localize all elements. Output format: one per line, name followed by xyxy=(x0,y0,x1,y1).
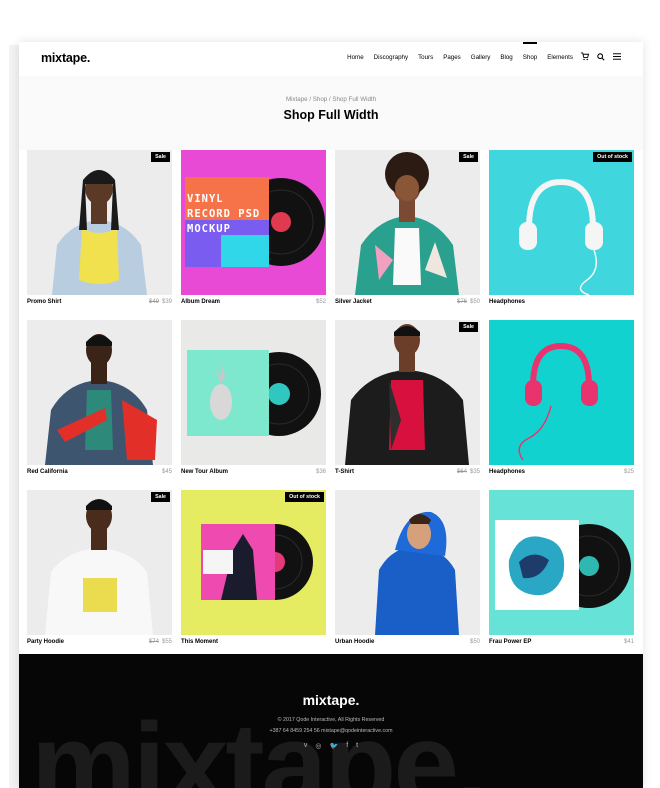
menu-icon[interactable] xyxy=(613,53,621,63)
sale-badge: Sale xyxy=(459,322,478,332)
product-image[interactable]: Out of stock xyxy=(489,150,634,295)
nav-tours[interactable]: Tours xyxy=(418,54,433,61)
nav-home[interactable]: Home xyxy=(347,54,364,61)
product-card[interactable]: Red California $45 xyxy=(27,320,172,480)
nav-gallery[interactable]: Gallery xyxy=(471,54,491,61)
search-icon[interactable] xyxy=(597,52,605,64)
nav-blog[interactable]: Blog xyxy=(500,54,512,61)
site-header: mixtape. Home Discography Tours Pages Ga… xyxy=(19,42,643,76)
product-card[interactable]: Sale Party Hoodie $74 $55 xyxy=(27,490,172,650)
product-card[interactable]: Sale T-Shirt $64 $35 xyxy=(335,320,480,480)
product-card[interactable]: Sale Promo Shirt $49 $39 xyxy=(27,150,172,310)
product-image[interactable]: Sale xyxy=(335,150,480,295)
product-image[interactable] xyxy=(489,490,634,635)
product-name[interactable]: Silver Jacket xyxy=(335,299,372,305)
site-footer: mixtape. mixtape. © 2017 Qode Interactiv… xyxy=(19,654,643,788)
product-price: $64 $35 xyxy=(456,469,480,475)
out-of-stock-badge: Out of stock xyxy=(285,492,324,502)
product-price: $41 xyxy=(623,639,634,645)
nav-pages[interactable]: Pages xyxy=(443,54,461,61)
product-name[interactable]: Promo Shirt xyxy=(27,299,61,305)
cart-icon[interactable] xyxy=(580,52,590,64)
album-art-text: VINYL RECORD PSD MOCKUP xyxy=(187,193,261,235)
product-price: $76 $50 xyxy=(456,299,480,305)
product-price: $52 xyxy=(315,299,326,305)
product-name[interactable]: Headphones xyxy=(489,469,525,475)
sale-badge: Sale xyxy=(151,492,170,502)
site-logo[interactable]: mixtape. xyxy=(41,51,90,65)
product-price: $25 xyxy=(623,469,634,475)
nav-shop[interactable]: Shop xyxy=(522,42,538,61)
tumblr-icon[interactable]: t xyxy=(356,742,358,750)
main-nav: Home Discography Tours Pages Gallery Blo… xyxy=(347,42,573,61)
product-name[interactable]: Album Dream xyxy=(181,299,220,305)
product-image[interactable]: Sale xyxy=(27,150,172,295)
product-card[interactable]: Headphones $25 xyxy=(489,320,634,480)
facebook-icon[interactable]: f xyxy=(346,742,348,750)
product-image[interactable]: VINYL RECORD PSD MOCKUP xyxy=(181,150,326,295)
product-price: $36 xyxy=(315,469,326,475)
nav-discography[interactable]: Discography xyxy=(374,54,408,61)
product-image[interactable] xyxy=(335,490,480,635)
product-name[interactable]: Frau Power EP xyxy=(489,639,531,645)
header-icons xyxy=(580,52,621,64)
footer-contact[interactable]: +387 64 8459 254 56 mixtape@qodeinteract… xyxy=(19,728,643,734)
product-image[interactable] xyxy=(27,320,172,465)
product-image[interactable] xyxy=(489,320,634,465)
left-edge-strip xyxy=(9,45,19,788)
page-title: Shop Full Width xyxy=(283,108,379,122)
product-card[interactable]: Sale Silver Jacket $76 $50 xyxy=(335,150,480,310)
product-price: $45 xyxy=(161,469,172,475)
page-title-area: Mixtape / Shop / Shop Full Width Shop Fu… xyxy=(19,76,643,150)
product-name[interactable]: T-Shirt xyxy=(335,469,354,475)
product-image[interactable]: Sale xyxy=(27,490,172,635)
product-price: $49 $39 xyxy=(148,299,172,305)
product-card[interactable]: Out of stock This Moment xyxy=(181,490,326,650)
nav-elements[interactable]: Elements xyxy=(547,54,573,61)
product-name[interactable]: Urban Hoodie xyxy=(335,639,374,645)
product-card[interactable]: VINYL RECORD PSD MOCKUP Album Dream $52 xyxy=(181,150,326,310)
product-name[interactable]: Red California xyxy=(27,469,68,475)
footer-copyright: © 2017 Qode Interactive, All Rights Rese… xyxy=(277,717,385,723)
product-image[interactable]: Sale xyxy=(335,320,480,465)
product-card[interactable]: Urban Hoodie $50 xyxy=(335,490,480,650)
twitter-icon[interactable]: 🐦 xyxy=(329,742,338,750)
product-name[interactable]: Headphones xyxy=(489,299,525,305)
product-price: $50 xyxy=(469,639,480,645)
product-card[interactable]: Frau Power EP $41 xyxy=(489,490,634,650)
product-image[interactable] xyxy=(181,320,326,465)
footer-logo[interactable]: mixtape. xyxy=(19,692,643,708)
out-of-stock-badge: Out of stock xyxy=(593,152,632,162)
product-card[interactable]: New Tour Album $36 xyxy=(181,320,326,480)
product-name[interactable]: This Moment xyxy=(181,639,218,645)
breadcrumb[interactable]: Mixtape / Shop / Shop Full Width xyxy=(19,96,643,103)
sale-badge: Sale xyxy=(459,152,478,162)
vimeo-icon[interactable]: v xyxy=(304,742,308,750)
product-name[interactable]: Party Hoodie xyxy=(27,639,64,645)
product-name[interactable]: New Tour Album xyxy=(181,469,228,475)
product-image[interactable]: Out of stock xyxy=(181,490,326,635)
browser-page: mixtape. Home Discography Tours Pages Ga… xyxy=(19,42,643,788)
sale-badge: Sale xyxy=(151,152,170,162)
product-card[interactable]: Out of stock Headphones xyxy=(489,150,634,310)
product-price: $74 $55 xyxy=(148,639,172,645)
social-icons: v ◎ 🐦 f t xyxy=(19,742,643,750)
instagram-icon[interactable]: ◎ xyxy=(315,742,321,750)
